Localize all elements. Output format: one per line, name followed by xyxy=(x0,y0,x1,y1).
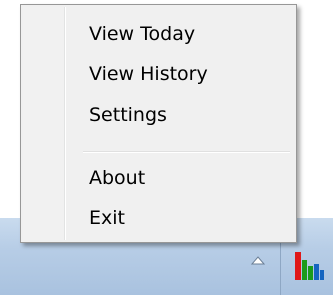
menu-item-label: Settings xyxy=(89,104,167,126)
menu-item-settings[interactable]: Settings xyxy=(23,96,294,134)
menu-item-label: Exit xyxy=(89,207,125,229)
bar-chart-icon[interactable] xyxy=(294,248,325,282)
menu-item-view-history[interactable]: View History xyxy=(23,55,294,93)
menu-item-label: View Today xyxy=(89,23,196,45)
tray-context-menu: View Today View History Settings About E… xyxy=(20,4,297,243)
menu-item-label: About xyxy=(89,167,146,189)
menu-item-label: View History xyxy=(89,63,208,85)
menu-item-about[interactable]: About xyxy=(23,159,294,197)
menu-item-exit[interactable]: Exit xyxy=(23,199,294,237)
menu-item-view-today[interactable]: View Today xyxy=(23,15,294,53)
menu-separator xyxy=(83,151,290,153)
show-hidden-icons-arrow-icon[interactable] xyxy=(251,255,265,265)
